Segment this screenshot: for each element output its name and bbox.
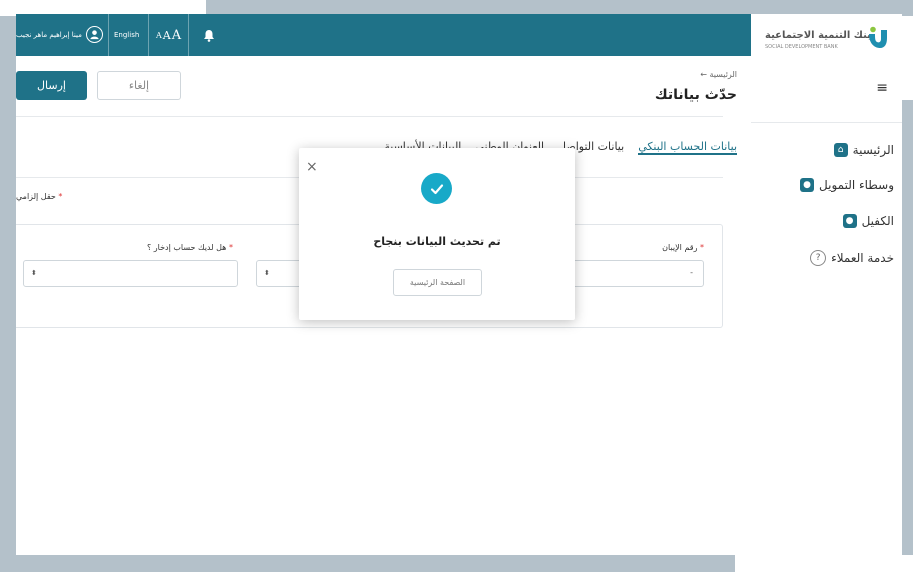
font-size-small[interactable]: A [156,31,163,40]
required-star: * [228,243,233,252]
bank-name-en: SOCIAL DEVELOPMENT BANK [765,44,838,50]
required-star: * [58,192,63,201]
top-bar: مينا إبراهيم ماهر نجيب English A A A [16,14,751,56]
user-name[interactable]: مينا إبراهيم ماهر نجيب [16,14,82,56]
bell-icon[interactable] [203,14,215,56]
required-field-note: * حقل إلزامي [16,192,62,201]
savings-account-label-text: هل لديك حساب إدخار ؟ [147,243,227,252]
iban-value: - [690,268,693,277]
font-size-large[interactable]: A [172,28,182,43]
sidebar-item-label: الرئيسية [852,143,894,157]
language-label: English [114,31,140,39]
user-name-text: مينا إبراهيم ماهر نجيب [16,31,82,39]
arrow-left-icon: ← [700,70,707,79]
iban-label-text: رقم الإيبان [662,243,698,252]
check-icon [430,183,443,194]
sidebar-item-finance-brokers[interactable]: ● وسطاء التمويل [800,178,894,192]
required-note-text: حقل إلزامي [16,192,56,201]
font-size-control[interactable]: A A A [156,14,182,56]
user-icon: ● [800,178,815,192]
breadcrumb-home[interactable]: الرئيسية [709,70,737,79]
sidebar-item-customer-service[interactable]: ? خدمة العملاء [810,250,894,266]
background-panel [735,555,913,572]
hamburger-menu-icon[interactable]: ≡ [876,80,888,96]
logo-area: بنك التنمية الاجتماعية SOCIAL DEVELOPMEN… [751,14,902,114]
success-dialog: × تم تحديث البيانات بنجاح الصفحة الرئيسي… [299,148,575,320]
bell-icon [204,29,214,42]
user-icon [90,30,99,40]
savings-account-select[interactable]: ⬍ [23,260,238,287]
sidebar-item-label: الكفيل [861,214,894,228]
savings-account-label: * هل لديك حساب إدخار ؟ [147,243,233,252]
bank-name-ar: بنك التنمية الاجتماعية [765,30,871,41]
iban-label: * رقم الإيبان [662,243,704,252]
bank-logo-icon [869,26,887,48]
language-switch[interactable]: English [114,14,139,56]
divider [108,14,109,56]
select-arrows-icon: ⬍ [31,269,37,277]
divider [16,116,723,117]
required-star: * [700,243,704,252]
send-button[interactable]: إرسال [16,71,87,100]
sidebar-item-label: خدمة العملاء [831,251,894,265]
font-size-medium[interactable]: A [163,29,172,42]
cancel-button[interactable]: إلغاء [97,71,181,100]
divider [148,14,149,56]
check-circle-icon [421,173,452,204]
close-icon[interactable]: × [306,159,318,175]
help-icon: ? [810,250,827,266]
page-title: حدّث بياناتك [654,87,737,103]
sidebar-item-guarantor[interactable]: ● الكفيل [842,214,894,228]
home-icon: ⌂ [833,143,848,157]
divider [188,14,189,56]
sidebar-item-label: وسطاء التمويل [819,178,894,192]
sidebar-item-home[interactable]: ⌂ الرئيسية [833,143,894,157]
success-message: تم تحديث البيانات بنجاح [373,235,501,248]
sidebar: ⌂ الرئيسية ● وسطاء التمويل ● الكفيل ? خد… [751,122,902,555]
breadcrumb[interactable]: الرئيسية ← [700,70,737,79]
select-arrows-icon: ⬍ [264,269,270,277]
home-page-button[interactable]: الصفحة الرئيسية [393,269,482,296]
tab-bank-account[interactable]: بيانات الحساب البنكي [638,140,737,155]
user-icon[interactable] [86,26,103,43]
user-icon: ● [842,214,857,228]
